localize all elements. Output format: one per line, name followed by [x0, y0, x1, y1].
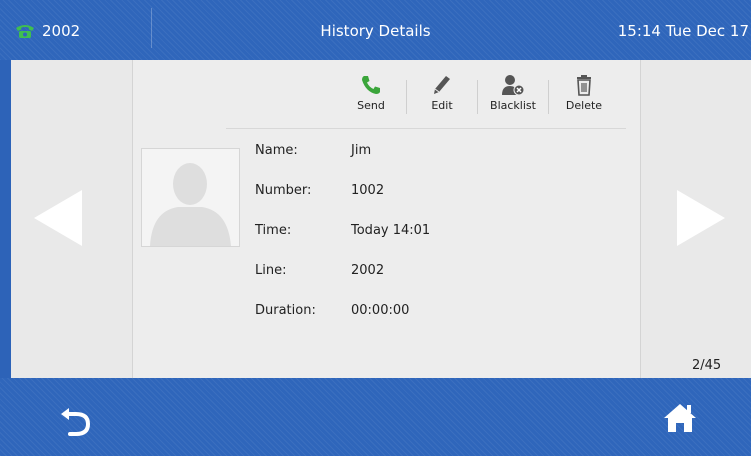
pencil-icon: [431, 74, 453, 96]
edit-label: Edit: [431, 99, 453, 112]
toolbar-divider: [226, 128, 626, 129]
delete-button[interactable]: Delete: [549, 74, 619, 122]
phone-call-icon: [360, 74, 382, 96]
delete-label: Delete: [565, 99, 603, 112]
number-value: 1002: [351, 183, 385, 198]
line-label: Line:: [255, 263, 287, 278]
edit-button[interactable]: Edit: [407, 74, 477, 122]
action-toolbar: Send Edit Blacklist Delete: [336, 74, 619, 122]
send-button[interactable]: Send: [336, 74, 406, 122]
home-icon: [664, 404, 696, 432]
previous-record-button[interactable]: [34, 190, 82, 246]
blacklist-user-icon: [501, 74, 525, 96]
duration-value: 00:00:00: [351, 303, 410, 318]
name-value: Jim: [351, 143, 372, 158]
home-button[interactable]: [662, 402, 702, 434]
duration-label: Duration:: [255, 303, 316, 318]
number-label: Number:: [255, 183, 312, 198]
blacklist-button[interactable]: Blacklist: [478, 74, 548, 122]
back-arrow-icon: [61, 408, 91, 436]
back-button[interactable]: [58, 408, 108, 438]
person-silhouette-icon: [150, 163, 231, 246]
clock: 15:14 Tue Dec 17: [617, 22, 749, 40]
line-value: 2002: [351, 263, 385, 278]
time-value: Today 14:01: [351, 223, 431, 238]
bottom-bar: [0, 378, 751, 456]
trash-icon: [575, 74, 593, 96]
send-label: Send: [357, 99, 385, 112]
time-label: Time:: [255, 223, 292, 238]
page-counter: 2/45: [692, 358, 722, 373]
status-bar: 2002 History Details 15:14 Tue Dec 17: [0, 0, 751, 60]
next-record-button[interactable]: [677, 190, 725, 246]
contact-avatar: [141, 148, 240, 247]
blacklist-label: Blacklist: [490, 99, 536, 112]
name-label: Name:: [255, 143, 298, 158]
